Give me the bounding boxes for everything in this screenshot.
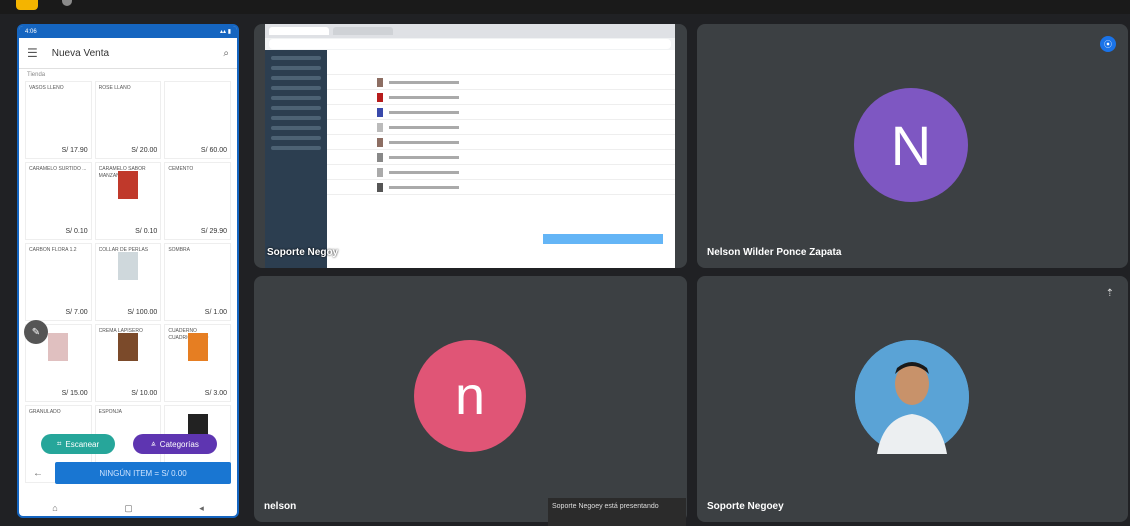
product-image <box>117 171 138 199</box>
product-card[interactable]: CARAMELO SURTIDO ... S/ 0.10 <box>25 162 92 240</box>
product-card[interactable]: ROSE LLANO S/ 20.00 <box>94 81 162 159</box>
product-price: S/ 1.00 <box>204 309 227 316</box>
product-card[interactable]: S/ 60.00 <box>164 81 231 159</box>
top-bar <box>0 0 1130 14</box>
escanear-button[interactable]: ⌗ Escanear <box>41 434 115 454</box>
app-main <box>327 50 675 268</box>
product-name: GRANULADO <box>29 409 61 415</box>
page-title: Nueva Venta <box>51 47 110 59</box>
categorias-button[interactable]: ⩓ Categorías <box>133 434 217 454</box>
product-price: S/ 20.00 <box>131 147 158 154</box>
product-price: S/ 17.90 <box>61 147 88 154</box>
participant-name: Soporte Negoey <box>707 501 784 512</box>
product-card[interactable]: CREMA LAPISERO S/ 10.00 <box>94 324 162 402</box>
nav-home-icon[interactable]: ⌂ <box>52 503 57 513</box>
product-price: S/ 0.10 <box>65 228 88 235</box>
product-grid: VASOS LLENO S/ 17.90 ROSE LLANO S/ 20.00 S/ … <box>25 81 231 483</box>
shared-browser <box>265 24 675 268</box>
status-time: 4:06 <box>25 29 37 35</box>
back-arrow-icon[interactable]: ← <box>33 468 43 479</box>
person-photo-icon <box>855 340 969 454</box>
product-price: S/ 15.00 <box>61 390 88 397</box>
app-sidebar <box>265 50 327 268</box>
avatar-initial: N <box>890 113 932 177</box>
avatar-initial: n <box>454 366 486 426</box>
product-price: S/ 100.00 <box>127 309 158 316</box>
categorias-label: Categorías <box>159 439 199 449</box>
product-image <box>187 333 208 361</box>
phone-status-bar: 4:06 ▴▴ ▮ <box>19 26 237 38</box>
tile-nelson-wilder[interactable]: N ⦿ Nelson Wilder Ponce Zapata <box>697 24 1128 268</box>
url-bar <box>269 39 671 49</box>
product-price: S/ 0.10 <box>135 228 158 235</box>
speaking-indicator-icon: ⦿ <box>1100 36 1116 52</box>
tile-soporte[interactable]: ⇡ Soporte Negoey <box>697 276 1128 522</box>
avatar-nelson-wilder: N <box>854 88 968 202</box>
browser-tabs <box>265 24 675 38</box>
browser-tab <box>269 27 329 35</box>
signal-icon: ▴▴ ▮ <box>220 29 231 35</box>
product-card[interactable]: CEMENTO S/ 29.90 <box>164 162 231 240</box>
escanear-label: Escanear <box>65 439 100 449</box>
edit-fab[interactable]: ✎ <box>24 320 48 344</box>
category-icon: ⩓ <box>151 439 156 448</box>
nav-overview-icon[interactable]: ▢ <box>124 503 133 514</box>
search-icon[interactable]: ⌕ <box>223 48 229 59</box>
product-price: S/ 29.90 <box>200 228 227 235</box>
product-price: S/ 3.00 <box>204 390 227 397</box>
product-price: S/ 7.00 <box>65 309 88 316</box>
tile-nelson[interactable]: n nelson <box>254 276 687 522</box>
product-card[interactable]: SOMBRA S/ 1.00 <box>164 243 231 321</box>
product-name: SOMBRA <box>168 247 190 253</box>
product-card[interactable]: CARBON FLORA 1.2 S/ 7.00 <box>25 243 92 321</box>
product-card[interactable]: VASOS LLENO S/ 17.90 <box>25 81 92 159</box>
scan-icon: ⌗ <box>56 439 62 448</box>
product-name <box>168 85 227 107</box>
browser-tab <box>333 27 393 35</box>
product-image <box>48 333 69 361</box>
product-price: S/ 10.00 <box>131 390 158 397</box>
product-card[interactable]: CARAMELO SABOR MANZANA S/ 0.10 <box>94 162 162 240</box>
product-name: ROSE LLANO <box>98 85 131 91</box>
product-name: CARAMELO SURTIDO ... <box>29 166 87 172</box>
nav-back-icon[interactable]: ◂ <box>199 503 204 514</box>
participant-name: Nelson Wilder Ponce Zapata <box>707 247 842 258</box>
total-button[interactable]: NINGÚN ITEM = S/ 0.00 <box>55 462 231 484</box>
product-price: S/ 60.00 <box>200 147 227 154</box>
menu-icon[interactable]: ☰ <box>27 46 38 60</box>
app-badge-icon <box>16 0 38 10</box>
app-header: ☰ Nueva Venta ⌕ <box>19 38 237 69</box>
phone-screen-share: 4:06 ▴▴ ▮ ☰ Nueva Venta ⌕ Tienda VASOS L… <box>17 24 239 518</box>
hand-raise-icon: ⇡ <box>1105 288 1114 299</box>
phone-nav-bar: ⌂ ▢ ◂ <box>19 500 237 516</box>
avatar-nelson: n <box>414 340 526 452</box>
product-name: CARBON FLORA 1.2 <box>29 247 77 253</box>
pay-button <box>543 234 663 244</box>
product-image <box>117 252 138 280</box>
avatar-soporte <box>855 340 969 454</box>
presenting-tooltip: Soporte Negoey está presentando <box>548 498 686 526</box>
product-name: VASOS LLENO <box>29 85 64 91</box>
product-image <box>117 333 138 361</box>
top-indicator-icon <box>62 0 72 6</box>
participant-name: nelson <box>264 501 297 512</box>
shared-tile-name: Soporte Negoy <box>267 247 339 258</box>
product-card[interactable]: CUADERNO CUADRICULADOS/ 3.00 <box>164 324 231 402</box>
product-name: CEMENTO <box>168 166 194 172</box>
section-label: Tienda <box>27 72 46 78</box>
product-card[interactable]: COLLAR DE PERLAS S/ 100.00 <box>94 243 162 321</box>
product-name: ESPONJA <box>98 409 122 415</box>
